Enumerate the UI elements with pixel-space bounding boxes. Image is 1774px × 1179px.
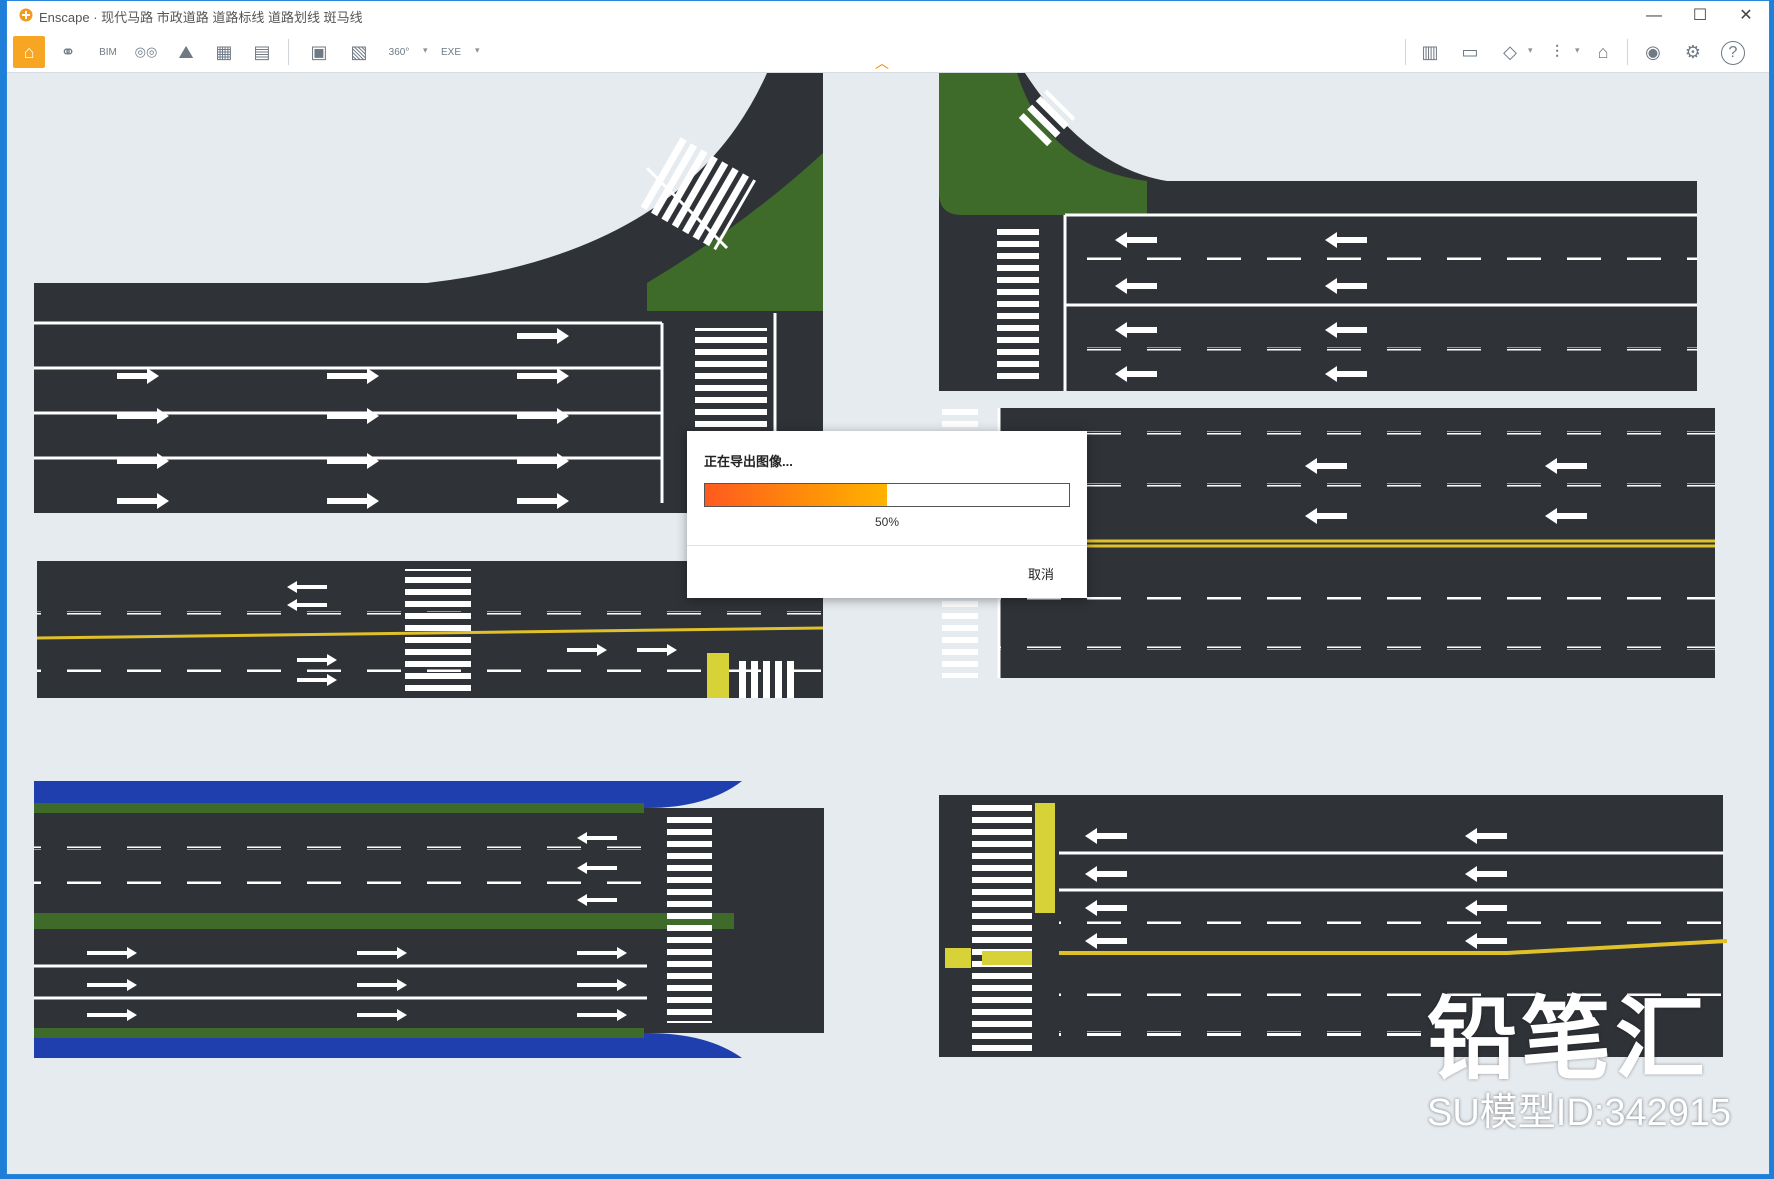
road-block-top-right (939, 73, 1697, 391)
title-bar: Enscape · 现代马路 市政道路 道路标线 道路划线 斑马线 — ☐ ✕ (7, 1, 1769, 31)
enscape-window: Enscape · 现代马路 市政道路 道路标线 道路划线 斑马线 — ☐ ✕ … (6, 0, 1770, 1175)
dialog-title: 正在导出图像... (704, 454, 793, 469)
maximize-button[interactable]: ☐ (1677, 1, 1723, 31)
binoculars-icon[interactable]: ◎◎ (130, 36, 162, 68)
progress-bar (704, 483, 1070, 507)
minimize-button[interactable]: — (1631, 1, 1677, 31)
screenshot-icon[interactable]: ▣ (303, 36, 335, 68)
chevron-down-icon[interactable]: ▾ (423, 45, 428, 56)
chevron-down-icon[interactable]: ▾ (475, 45, 480, 56)
material-icon[interactable]: ⫶ (1541, 36, 1573, 68)
bim-icon[interactable]: BIM (92, 36, 124, 68)
close-button[interactable]: ✕ (1723, 1, 1769, 31)
export-progress-dialog: 正在导出图像... 50% 取消 (687, 431, 1087, 598)
toolbar-separator (288, 39, 289, 65)
road-block-bottom-left (34, 781, 824, 1058)
visual-settings-icon[interactable]: ◉ (1637, 36, 1669, 68)
video-editor-icon[interactable]: ▭ (1454, 36, 1486, 68)
panorama-360-icon[interactable]: 360° (383, 36, 415, 68)
vr-headset-icon[interactable]: ⌂ (1587, 36, 1619, 68)
cancel-button[interactable]: 取消 (1028, 564, 1054, 583)
chevron-down-icon[interactable]: ▾ (1528, 45, 1533, 56)
progress-bar-fill (705, 484, 887, 506)
home-icon[interactable]: ⌂ (13, 36, 45, 68)
toolbar-separator (1405, 39, 1406, 65)
help-icon[interactable]: ? (1721, 41, 1745, 65)
buildings-icon[interactable]: ▦ (208, 36, 240, 68)
toolbar-separator (1627, 39, 1628, 65)
enscape-logo-icon (19, 8, 33, 22)
dialog-divider (687, 545, 1087, 546)
navigation-icon[interactable]: ⛰ (170, 36, 202, 68)
chevron-down-icon[interactable]: ▾ (1575, 45, 1580, 56)
settings-gear-icon[interactable]: ⚙ (1677, 36, 1709, 68)
asset-library-icon[interactable]: ▤ (246, 36, 278, 68)
watermark-model-id: SU模型ID:342915 (1427, 1092, 1732, 1134)
watermark-brand: 铅笔汇 (1427, 990, 1709, 1090)
link-icon[interactable]: ⚭ (52, 36, 84, 68)
map-icon[interactable]: ▥ (1414, 36, 1446, 68)
window-title: Enscape · 现代马路 市政道路 道路标线 道路划线 斑马线 (39, 10, 363, 25)
collapse-toolbar-icon[interactable]: ︿ (875, 53, 889, 73)
export-exe-icon[interactable]: EXE (435, 36, 467, 68)
batch-render-icon[interactable]: ▧ (343, 36, 375, 68)
cube-icon[interactable]: ◇ (1494, 36, 1526, 68)
progress-percent: 50% (874, 515, 900, 529)
